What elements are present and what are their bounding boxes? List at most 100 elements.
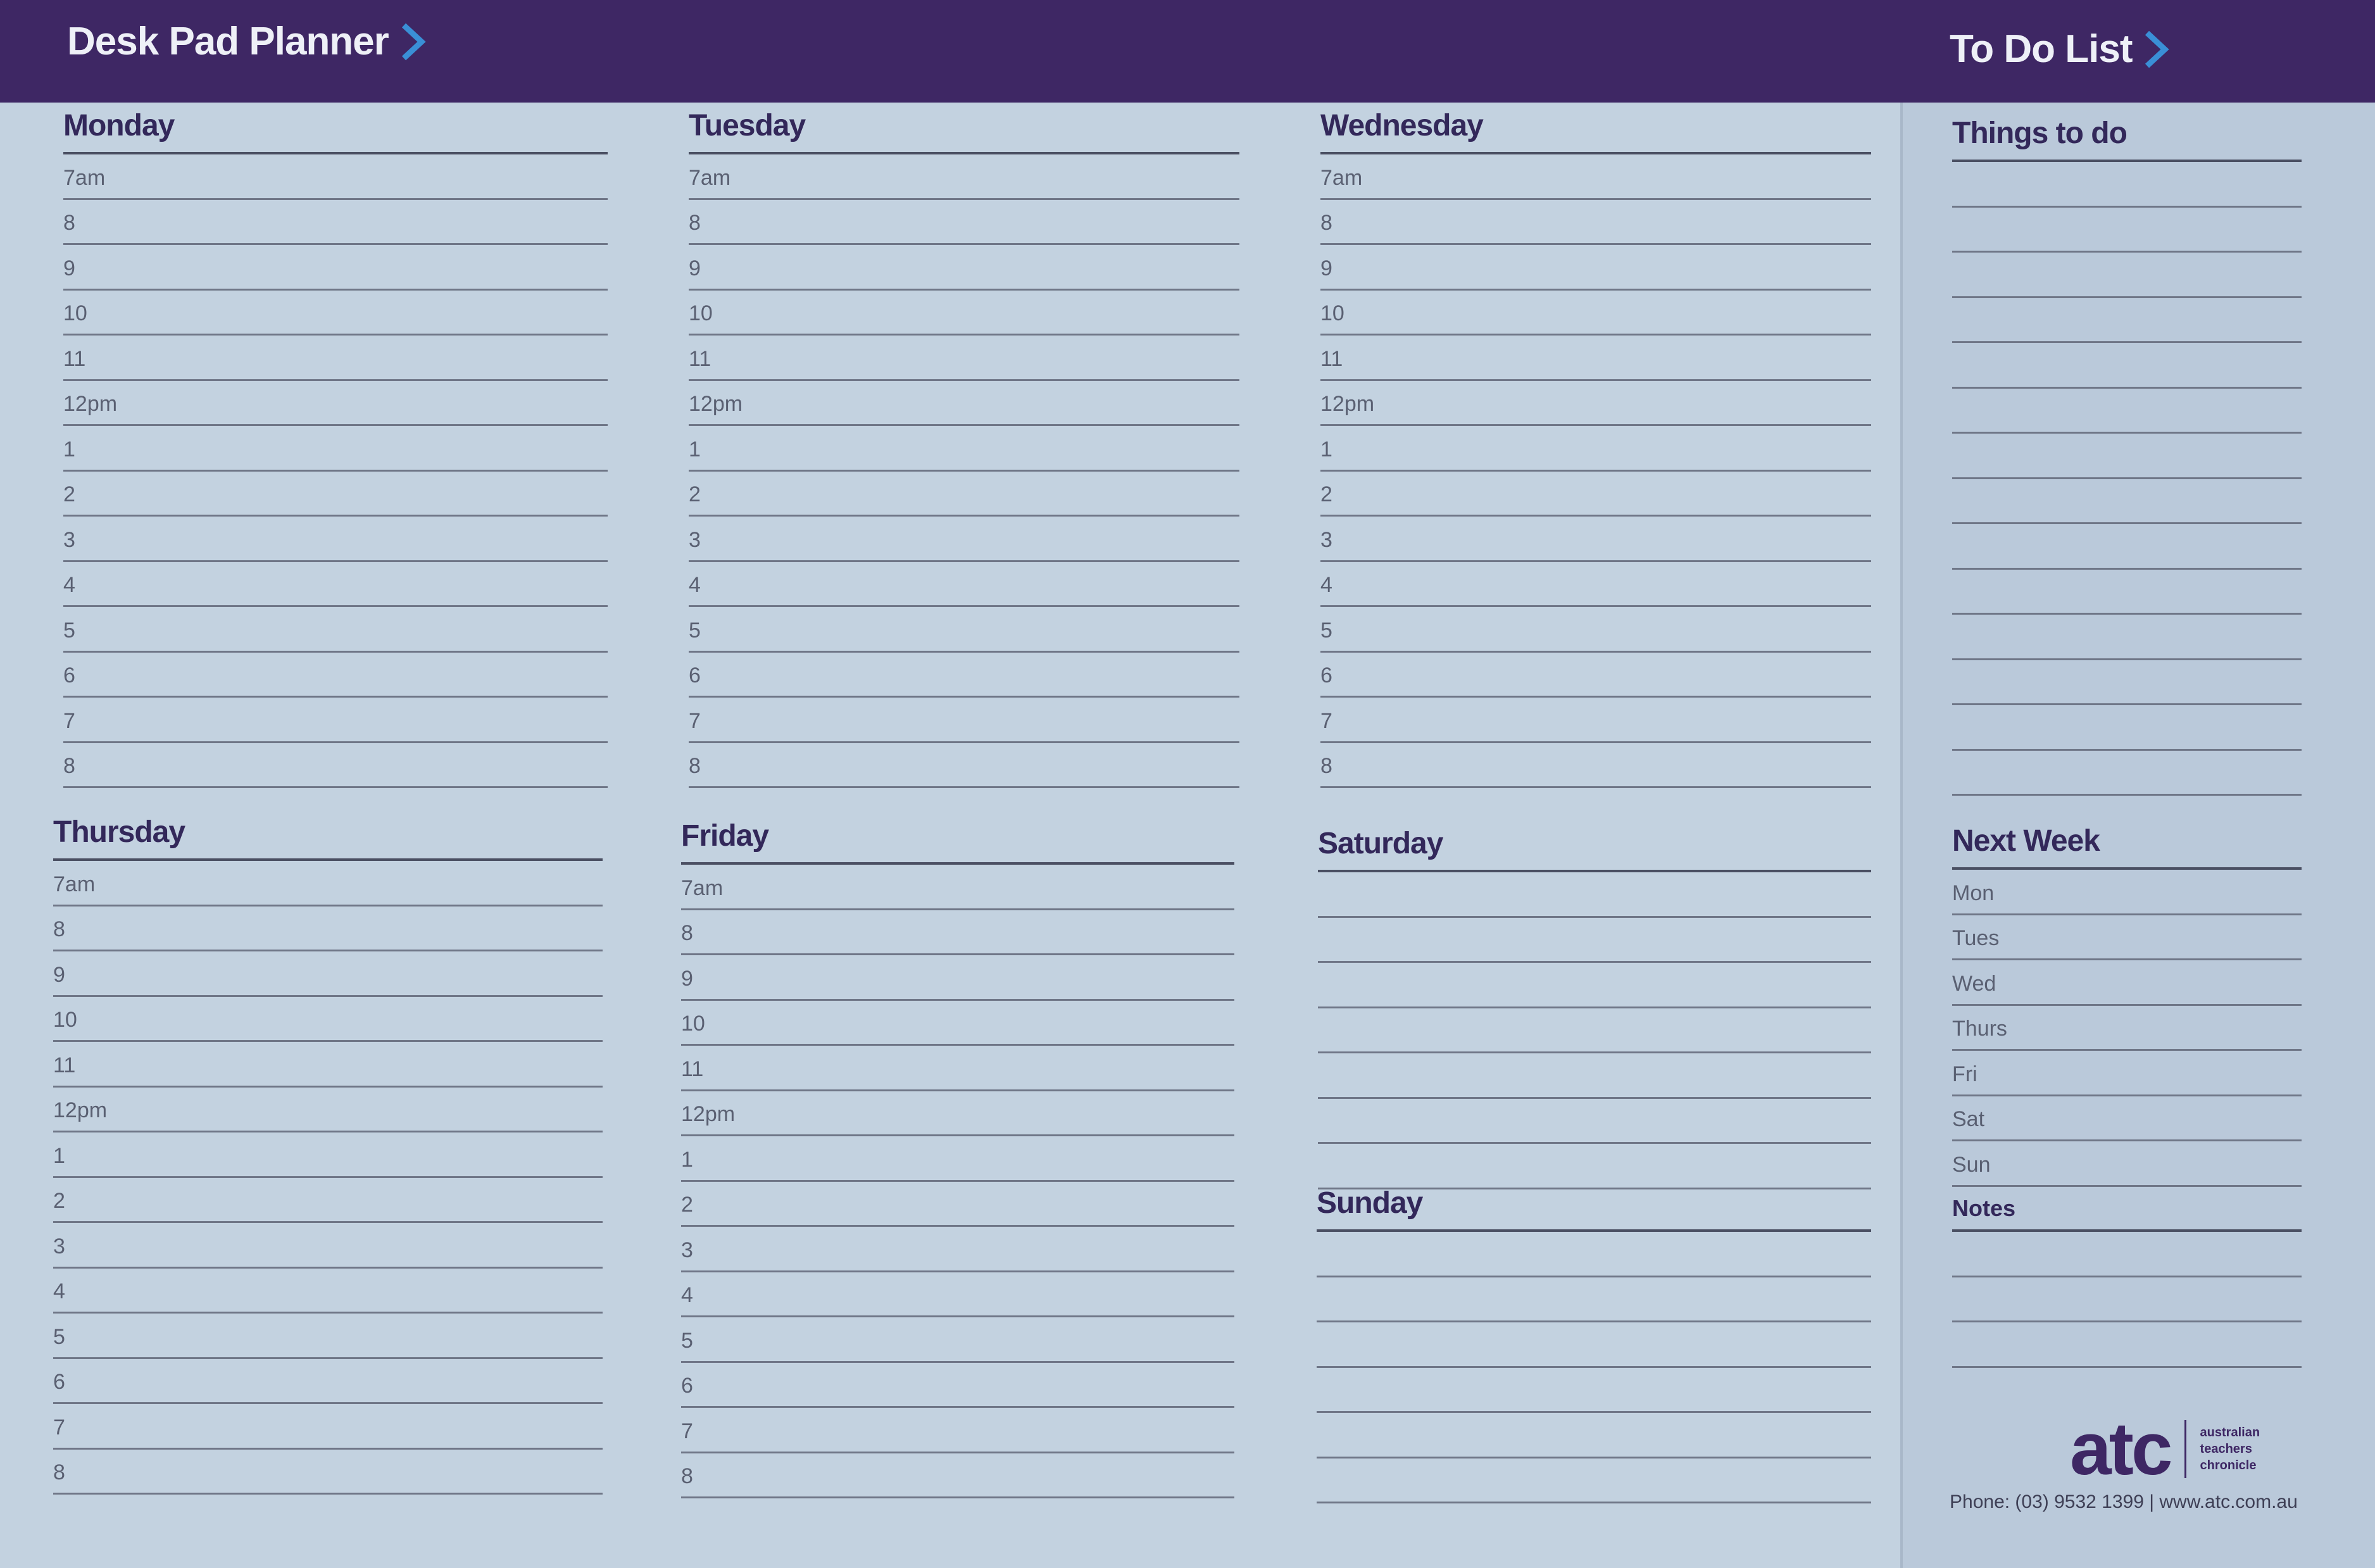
writing-line: [1317, 1458, 1871, 1503]
time-slot: 5: [53, 1314, 603, 1359]
time-slot: 10: [1320, 291, 1871, 336]
day-thursday: Thursday 7am 8 9 10 11 12pm 1 2 3 4 5 6 7 8: [53, 809, 603, 1495]
time-slot: 7am: [53, 861, 603, 906]
time-slot: 2: [681, 1182, 1234, 1227]
next-week-heading: Next Week: [1952, 818, 2302, 870]
writing-line: [1317, 1232, 1871, 1277]
time-slot: 9: [53, 951, 603, 997]
atc-logo-subtext: australian teachers chronicle: [2200, 1426, 2260, 1472]
time-slot: 8: [63, 743, 608, 788]
writing-line: [1318, 1008, 1871, 1053]
writing-line: [1952, 1232, 2302, 1277]
writing-line: [1952, 524, 2302, 570]
writing-line: [1318, 963, 1871, 1008]
time-slot: 12pm: [689, 381, 1239, 426]
time-slot: 5: [689, 607, 1239, 653]
time-slot: 7: [681, 1408, 1234, 1453]
next-week-day: Fri: [1952, 1051, 2302, 1096]
todo-list-title-text: To Do List: [1950, 27, 2133, 71]
time-slot: 2: [1320, 472, 1871, 517]
time-slot: 1: [1320, 426, 1871, 472]
time-slot: 5: [681, 1317, 1234, 1363]
writing-line: [1952, 162, 2302, 208]
time-slot: 8: [689, 200, 1239, 245]
chevron-right-icon: [398, 22, 428, 62]
time-slot: 6: [63, 653, 608, 698]
day-monday: Monday 7am 8 9 10 11 12pm 1 2 3 4 5 6 7 8: [63, 103, 608, 788]
writing-line: [1318, 1053, 1871, 1099]
contact-info: Phone: (03) 9532 1399 | www.atc.com.au: [1950, 1491, 2298, 1512]
day-saturday: Saturday: [1318, 820, 1871, 1189]
atc-logo-mark: atc: [2070, 1407, 2173, 1491]
time-slot: 7: [53, 1404, 603, 1450]
time-slot: 4: [689, 562, 1239, 607]
day-heading: Saturday: [1318, 820, 1871, 872]
next-week-day: Sun: [1952, 1141, 2302, 1187]
time-slot: 12pm: [53, 1088, 603, 1132]
todo-list-title: To Do List: [1950, 27, 2171, 72]
time-slot: 1: [53, 1132, 603, 1178]
writing-line: [1952, 570, 2302, 615]
day-heading: Tuesday: [689, 103, 1239, 154]
time-slot: 3: [689, 517, 1239, 562]
time-slot: 11: [689, 336, 1239, 381]
time-slot: 1: [63, 426, 608, 472]
time-slot: 4: [681, 1272, 1234, 1317]
time-slot: 11: [53, 1042, 603, 1088]
writing-line: [1317, 1368, 1871, 1413]
time-slot: 9: [1320, 245, 1871, 291]
time-slot: 7am: [681, 865, 1234, 910]
time-slot: 8: [681, 910, 1234, 955]
chevron-right-icon: [2141, 29, 2171, 70]
time-slot: 7: [1320, 698, 1871, 743]
writing-line: [1317, 1322, 1871, 1368]
time-slot: 7: [63, 698, 608, 743]
atc-logo: atc australian teachers chronicle: [2070, 1412, 2260, 1486]
writing-line: [1952, 434, 2302, 479]
writing-line: [1952, 253, 2302, 298]
day-heading: Friday: [681, 813, 1234, 865]
time-slot: 12pm: [681, 1091, 1234, 1136]
writing-line: [1952, 705, 2302, 751]
time-slot: 12pm: [1320, 381, 1871, 426]
writing-line: [1952, 615, 2302, 660]
things-to-do-heading: Things to do: [1952, 110, 2302, 162]
time-slot: 8: [53, 906, 603, 951]
time-slot: 4: [1320, 562, 1871, 607]
time-slot: 8: [53, 1450, 603, 1495]
day-heading: Sunday: [1317, 1180, 1871, 1232]
time-slot: 2: [63, 472, 608, 517]
writing-line: [1317, 1277, 1871, 1322]
time-slot: 12pm: [63, 381, 608, 426]
day-heading: Thursday: [53, 809, 603, 861]
writing-line: [1318, 872, 1871, 918]
next-week: Next Week Mon Tues Wed Thurs Fri Sat Sun Notes: [1952, 818, 2302, 1368]
planner-title: Desk Pad Planner: [67, 19, 428, 64]
writing-line: [1952, 1322, 2302, 1368]
time-slot: 10: [63, 291, 608, 336]
time-slot: 9: [689, 245, 1239, 291]
time-slot: 7am: [63, 154, 608, 200]
time-slot: 11: [1320, 336, 1871, 381]
day-heading: Monday: [63, 103, 608, 154]
time-slot: 6: [681, 1363, 1234, 1408]
time-slot: 11: [63, 336, 608, 381]
time-slot: 3: [1320, 517, 1871, 562]
panel-divider: [1900, 103, 1903, 1568]
writing-line: [1952, 343, 2302, 389]
planner-header-bar: Desk Pad Planner To Do List: [0, 0, 2375, 103]
time-slot: 1: [681, 1136, 1234, 1182]
time-slot: 4: [53, 1269, 603, 1314]
logo-separator: [2184, 1420, 2186, 1478]
time-slot: 5: [1320, 607, 1871, 653]
writing-line: [1317, 1413, 1871, 1458]
time-slot: 3: [681, 1227, 1234, 1272]
writing-line: [1952, 1277, 2302, 1322]
day-heading: Wednesday: [1320, 103, 1871, 154]
time-slot: 9: [681, 955, 1234, 1001]
time-slot: 5: [63, 607, 608, 653]
time-slot: 2: [53, 1178, 603, 1223]
time-slot: 7am: [1320, 154, 1871, 200]
planner-title-text: Desk Pad Planner: [67, 20, 389, 63]
time-slot: 6: [1320, 653, 1871, 698]
